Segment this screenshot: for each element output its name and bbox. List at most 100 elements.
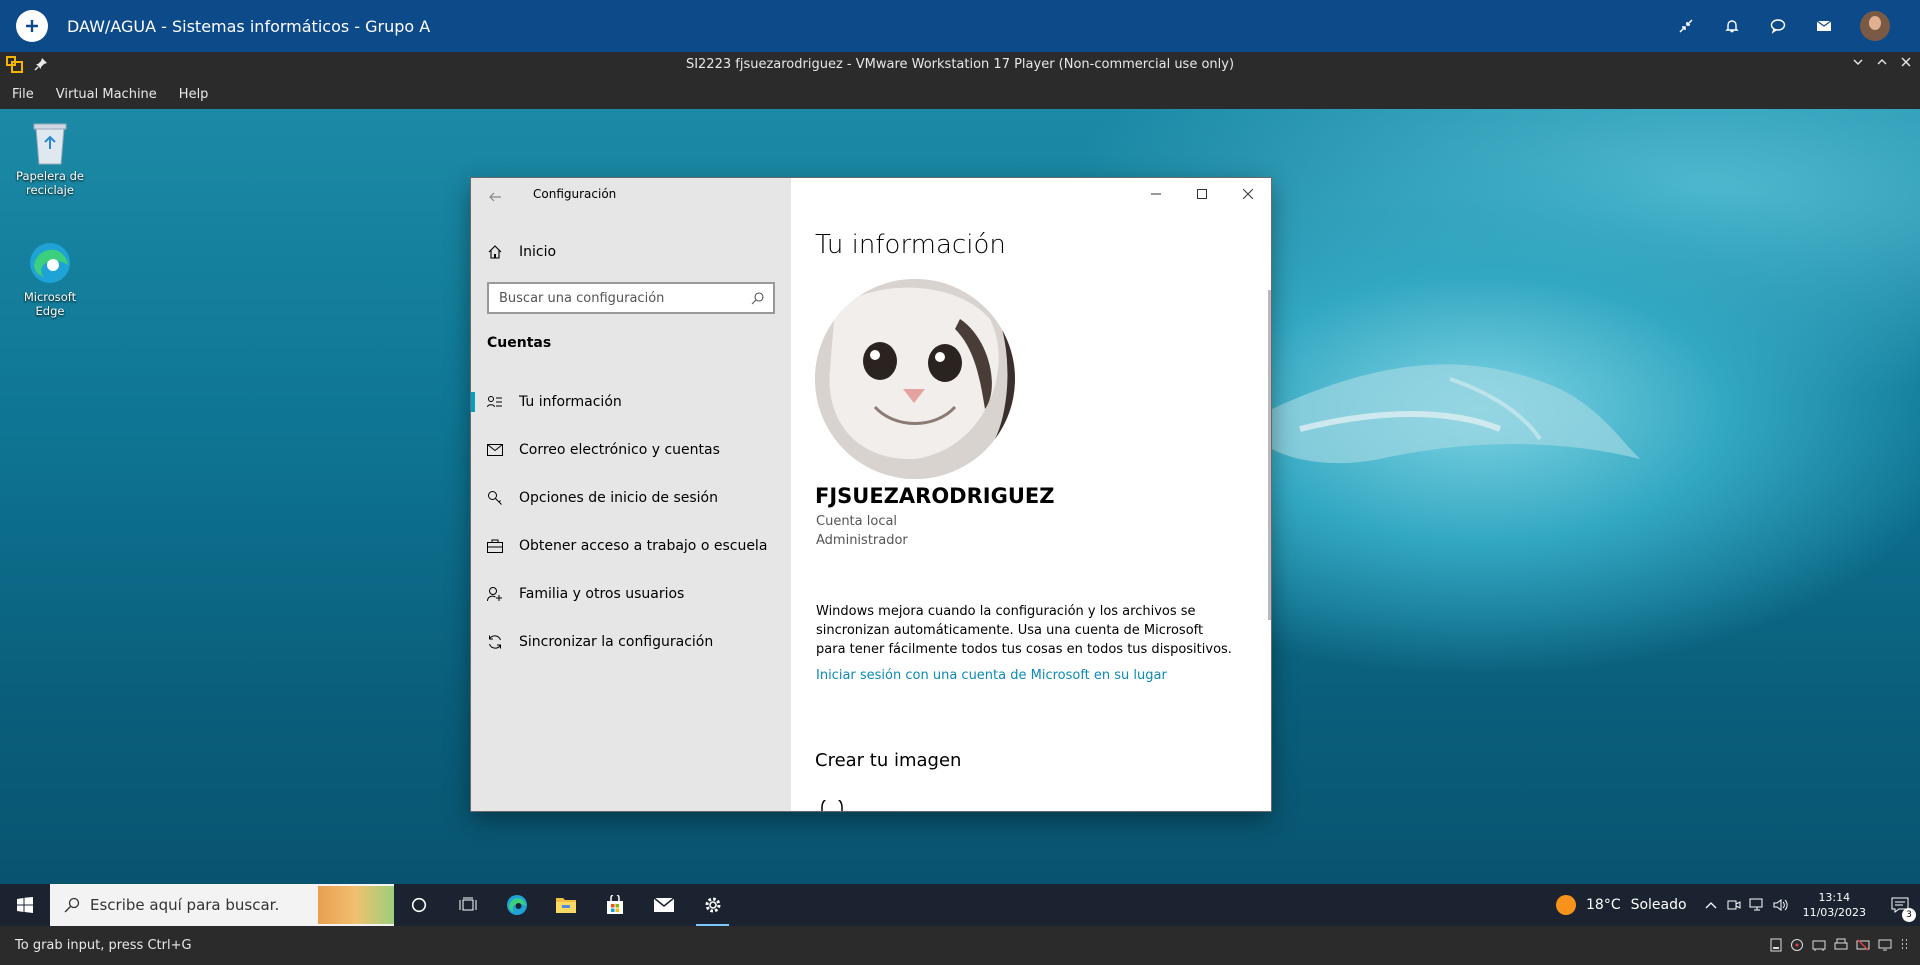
vm-window-title: SI2223 fjsuezarodriguez - VMware Worksta…	[685, 57, 1235, 72]
clock-date: 11/03/2023	[1802, 906, 1866, 919]
settings-icon	[705, 897, 720, 913]
chevron-up-icon[interactable]	[1876, 56, 1888, 72]
settings-search-input[interactable]: Buscar una configuración	[487, 282, 775, 314]
weather-desc[interactable]: Soleado	[1631, 897, 1687, 913]
volume-icon[interactable]	[1773, 898, 1789, 912]
vmware-menubar: File Virtual Machine Help	[0, 79, 1920, 109]
search-placeholder: Buscar una configuración	[499, 290, 665, 306]
edge-icon	[506, 895, 527, 915]
nav-trabajo-escuela[interactable]: Obtener acceso a trabajo o escuela	[471, 526, 791, 566]
briefcase-icon	[487, 538, 503, 554]
sync-description: Windows mejora cuando la configuración y…	[816, 604, 1232, 657]
add-button[interactable]	[16, 10, 48, 42]
menu-virtual-machine[interactable]: Virtual Machine	[56, 87, 157, 102]
menu-help[interactable]: Help	[179, 87, 209, 102]
home-icon	[487, 244, 503, 260]
task-view-icon	[459, 897, 476, 911]
taskbar-store[interactable]	[590, 884, 639, 926]
start-button[interactable]	[0, 884, 50, 926]
chevron-up-icon[interactable]	[1705, 900, 1717, 910]
scrollbar[interactable]	[1268, 290, 1271, 620]
nav-correo[interactable]: Correo electrónico y cuentas	[471, 430, 791, 470]
notification-badge: 3	[1902, 908, 1916, 922]
camera-icon[interactable]	[821, 800, 843, 811]
username: FJSUEZARODRIGUEZ	[815, 484, 1055, 508]
chat-icon[interactable]	[1768, 16, 1788, 36]
user-avatar[interactable]	[1860, 11, 1890, 41]
create-image-heading: Crear tu imagen	[815, 750, 962, 771]
close-icon[interactable]	[1225, 178, 1271, 210]
task-view-button[interactable]	[443, 884, 492, 926]
collapse-icon[interactable]	[1676, 16, 1696, 36]
back-arrow-icon[interactable]	[488, 190, 502, 204]
sound-card-icon[interactable]	[1856, 938, 1870, 952]
cat-avatar-image	[815, 279, 1015, 479]
mail-icon	[487, 442, 503, 458]
hard-disk-icon[interactable]	[1770, 938, 1782, 952]
taskbar-file-explorer[interactable]	[541, 884, 590, 926]
profile-picture	[815, 279, 1015, 479]
network-icon[interactable]	[1749, 898, 1765, 912]
printer-icon[interactable]	[1834, 938, 1848, 952]
nav-home[interactable]: Inicio	[471, 232, 791, 272]
window-controls	[1133, 178, 1271, 210]
nav-sincronizar[interactable]: Sincronizar la configuración	[471, 622, 791, 662]
menu-file[interactable]: File	[12, 87, 34, 102]
windows-logo-icon	[17, 897, 33, 913]
nav-familia[interactable]: Familia y otros usuarios	[471, 574, 791, 614]
desktop-icon-recycle-bin[interactable]: Papelera de reciclaje	[8, 120, 92, 197]
file-explorer-icon	[555, 898, 576, 913]
notification-center[interactable]: 3	[1880, 884, 1920, 926]
settings-content: Tu información FJSUEZARODRIGUEZ Cuenta l…	[791, 178, 1271, 811]
nav-label: Opciones de inicio de sesión	[519, 490, 718, 506]
guest-desktop: Papelera de reciclaje Microsoft Edge Con…	[0, 109, 1920, 884]
network-adapter-icon[interactable]	[1812, 938, 1826, 952]
taskbar-search-placeholder: Escribe aquí para buscar.	[90, 896, 280, 914]
edge-icon	[30, 243, 70, 283]
mail-icon[interactable]	[1814, 16, 1834, 36]
maximize-icon[interactable]	[1179, 178, 1225, 210]
key-icon	[487, 490, 503, 506]
clock[interactable]: 13:14 11/03/2023	[1803, 890, 1866, 920]
search-highlight-image	[318, 886, 394, 924]
cd-drive-icon[interactable]	[1790, 938, 1804, 952]
nav-inicio-sesion[interactable]: Opciones de inicio de sesión	[471, 478, 791, 518]
person-add-icon	[487, 586, 503, 602]
taskbar-mail[interactable]	[639, 884, 688, 926]
nav-label: Sincronizar la configuración	[519, 634, 714, 650]
desktop-icon-edge[interactable]: Microsoft Edge	[8, 239, 92, 318]
nav-label: Tu información	[519, 394, 622, 410]
bell-icon[interactable]	[1722, 16, 1742, 36]
nav-tu-informacion[interactable]: Tu información	[471, 382, 791, 422]
weather-temp[interactable]: 18°C	[1586, 897, 1621, 913]
meet-icon[interactable]	[1727, 898, 1741, 912]
nav-label: Correo electrónico y cuentas	[519, 442, 720, 458]
account-role: Administrador	[816, 533, 908, 548]
minimize-icon[interactable]	[1133, 178, 1179, 210]
taskbar-settings[interactable]	[688, 884, 737, 926]
cortana-button[interactable]	[394, 884, 443, 926]
device-icons	[1770, 938, 1910, 952]
guest-taskbar: Escribe aquí para buscar. 18°C Soleado 1…	[0, 884, 1920, 926]
settings-window: Configuración Inicio Buscar una configur…	[471, 178, 1271, 811]
page-title: Tu información	[815, 230, 1006, 260]
display-icon[interactable]	[1878, 938, 1892, 952]
desktop-icon-label: Papelera de reciclaje	[16, 169, 84, 197]
taskbar-search-input[interactable]: Escribe aquí para buscar.	[50, 884, 394, 926]
resize-grip-icon[interactable]	[1900, 938, 1910, 952]
close-icon[interactable]	[1900, 56, 1912, 72]
vmware-titlebar: SI2223 fjsuezarodriguez - VMware Worksta…	[0, 52, 1920, 79]
recycle-bin-icon	[33, 123, 67, 165]
settings-sidebar: Configuración Inicio Buscar una configur…	[471, 178, 791, 811]
app-header: DAW/AGUA - Sistemas informáticos - Grupo…	[0, 0, 1920, 52]
section-heading: Cuentas	[487, 335, 552, 351]
chevron-down-icon[interactable]	[1852, 56, 1864, 72]
search-icon	[751, 292, 764, 305]
cortana-icon	[411, 897, 426, 913]
sync-icon	[487, 634, 503, 650]
sun-icon	[1556, 895, 1576, 915]
microsoft-signin-link[interactable]: Iniciar sesión con una cuenta de Microso…	[816, 668, 1167, 683]
clock-time: 13:14	[1818, 891, 1851, 904]
taskbar-edge[interactable]	[492, 884, 541, 926]
desktop-icon-label: Microsoft Edge	[23, 290, 77, 318]
